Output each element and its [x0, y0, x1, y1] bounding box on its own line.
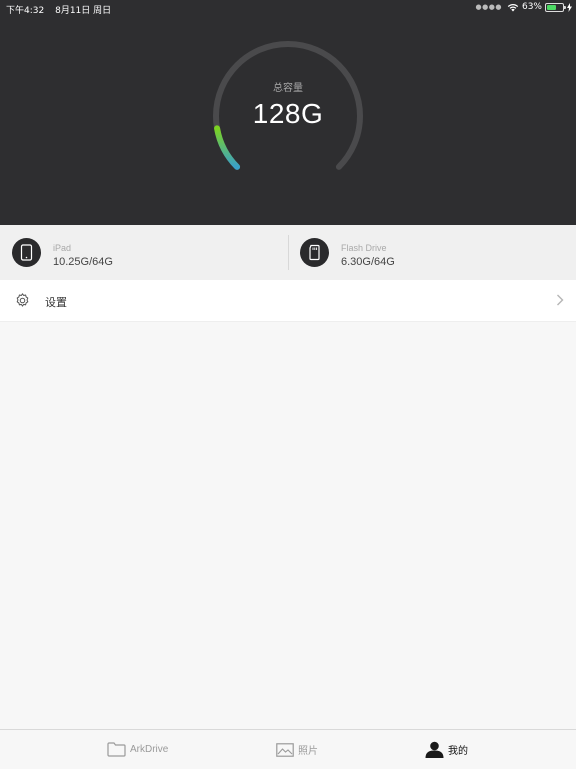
capacity-header: 下午4:32 8月11日 周日 ●●●● 63% 总容量 128G	[0, 0, 576, 225]
tab-arkdrive[interactable]: ArkDrive	[107, 730, 168, 769]
gear-icon	[16, 293, 29, 307]
total-capacity-label: 总容量	[273, 83, 303, 94]
folder-icon	[107, 742, 126, 757]
tab-mine[interactable]: 我的	[425, 730, 468, 769]
tab-label: 照片	[298, 746, 318, 757]
image-icon	[276, 742, 294, 757]
storage-devices: iPad 10.25G/64G Flash Drive 6.30G/64G	[0, 225, 576, 280]
device-usage: 6.30G/64G	[341, 256, 395, 268]
ipad-icon	[12, 238, 41, 267]
tab-bar: ArkDrive 照片 我的	[0, 729, 576, 769]
device-name: iPad	[53, 243, 72, 253]
gauge-used-arc	[214, 125, 241, 170]
tab-label: 我的	[448, 746, 468, 757]
device-ipad[interactable]: iPad 10.25G/64G	[0, 225, 287, 280]
sd-card-icon	[300, 238, 329, 267]
chevron-right-icon	[557, 294, 564, 306]
tab-label: ArkDrive	[130, 744, 169, 755]
settings-row[interactable]: 设置	[0, 280, 576, 322]
settings-label: 设置	[45, 297, 67, 309]
device-flash-drive[interactable]: Flash Drive 6.30G/64G	[288, 225, 575, 280]
user-icon	[425, 741, 444, 758]
device-name: Flash Drive	[341, 243, 387, 253]
device-usage: 10.25G/64G	[53, 256, 113, 268]
total-capacity-value: 128G	[252, 98, 324, 129]
tab-photos[interactable]: 照片	[276, 730, 318, 769]
